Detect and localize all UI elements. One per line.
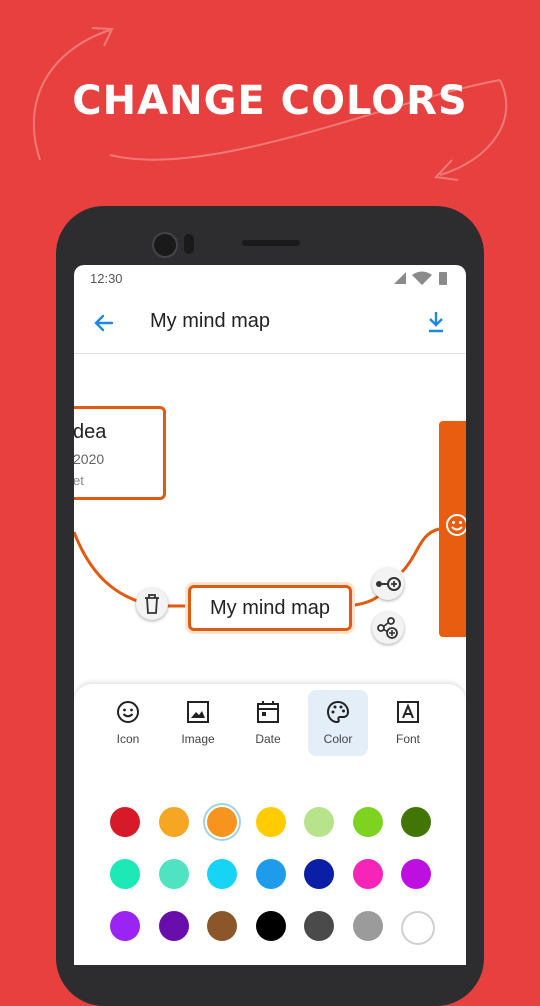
add-child-node-button[interactable] <box>372 568 404 600</box>
style-bottom-sheet: Icon Image Date Color Font <box>74 684 466 965</box>
page-title: My mind map <box>150 310 271 332</box>
color-swatch[interactable] <box>255 859 286 889</box>
battery-icon <box>439 272 447 285</box>
color-swatch[interactable] <box>352 911 383 941</box>
color-swatch[interactable] <box>207 911 237 941</box>
download-icon <box>429 312 443 333</box>
status-icons <box>392 271 452 290</box>
download-button[interactable] <box>424 309 448 337</box>
tab-font-label: Font <box>395 732 420 746</box>
delete-node-button[interactable] <box>136 588 168 620</box>
wifi-icon <box>412 271 432 285</box>
tab-color-label: Color <box>323 732 353 746</box>
share-add-icon <box>377 617 398 639</box>
trash-icon <box>145 594 159 614</box>
color-swatch[interactable] <box>255 911 286 941</box>
color-swatch[interactable] <box>401 807 431 837</box>
color-swatch[interactable] <box>158 911 189 941</box>
color-swatch[interactable] <box>110 859 140 889</box>
tab-image[interactable]: Image <box>168 690 228 756</box>
earpiece-speaker <box>242 240 300 246</box>
color-swatch[interactable] <box>304 807 334 837</box>
calendar-icon <box>257 701 279 723</box>
main-node[interactable]: My mind map <box>188 585 352 631</box>
app-screen: 12:30 My mind map dea 2020 et My mind ma… <box>74 265 466 965</box>
sensor <box>184 234 194 254</box>
tab-icon[interactable]: Icon <box>98 690 158 756</box>
signal-icon <box>394 272 406 284</box>
color-swatch[interactable] <box>304 911 334 941</box>
color-swatch[interactable] <box>304 859 334 889</box>
style-tabs: Icon Image Date Color Font <box>98 690 448 756</box>
app-bar: My mind map <box>74 293 466 354</box>
idea-node-title: dea <box>74 421 107 443</box>
font-icon <box>397 701 419 723</box>
color-swatch[interactable] <box>110 807 140 837</box>
color-swatch[interactable] <box>110 911 140 941</box>
connection-lines <box>74 527 440 608</box>
tab-image-label: Image <box>181 732 215 746</box>
color-swatch[interactable] <box>401 859 431 889</box>
tab-date-label: Date <box>255 732 281 746</box>
status-time: 12:30 <box>90 271 123 286</box>
orange-node[interactable] <box>439 421 466 637</box>
color-swatch[interactable] <box>207 859 237 889</box>
add-sibling-node-button[interactable] <box>372 612 404 644</box>
front-camera <box>152 232 178 258</box>
color-swatch[interactable] <box>207 807 237 837</box>
palette-icon <box>326 700 350 724</box>
idea-node-date: 2020 <box>74 451 105 467</box>
image-icon <box>187 701 209 723</box>
back-button[interactable] <box>90 309 118 337</box>
tab-date[interactable]: Date <box>238 690 298 756</box>
status-bar: 12:30 <box>74 265 466 293</box>
emoji-icon <box>117 701 139 723</box>
color-swatch[interactable] <box>352 859 383 889</box>
color-swatch[interactable] <box>401 911 435 945</box>
tab-font[interactable]: Font <box>378 690 438 756</box>
add-child-icon <box>376 577 401 591</box>
color-swatch[interactable] <box>158 807 189 837</box>
idea-node-note: et <box>74 473 84 488</box>
main-node-label: My mind map <box>209 597 331 619</box>
mind-map-canvas[interactable]: dea 2020 et My mind map <box>74 354 466 684</box>
headline: CHANGE COLORS <box>72 78 468 124</box>
arrow-left-icon <box>94 314 114 332</box>
tab-icon-label: Icon <box>116 732 140 746</box>
color-swatch[interactable] <box>352 807 383 837</box>
color-swatch[interactable] <box>255 807 286 837</box>
smiley-icon <box>446 514 466 536</box>
tab-color[interactable]: Color <box>308 690 368 756</box>
color-swatch[interactable] <box>158 859 189 889</box>
idea-node[interactable]: dea 2020 et <box>74 406 166 500</box>
